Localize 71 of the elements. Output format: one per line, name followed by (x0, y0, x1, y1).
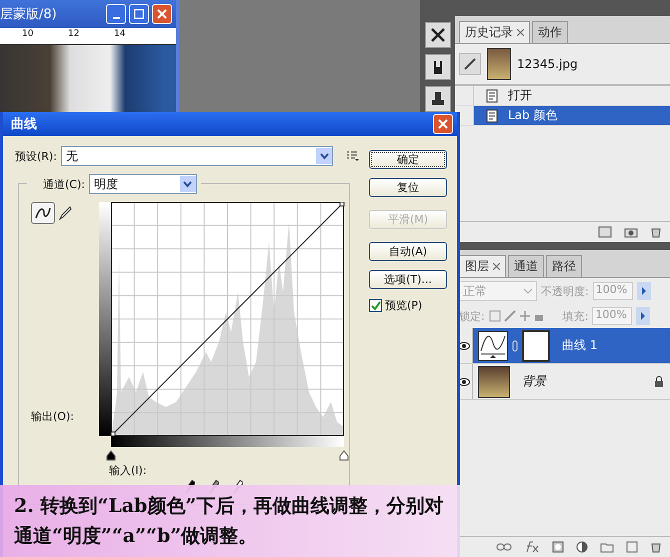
preset-dropdown[interactable]: 无 (60, 146, 334, 166)
input-slider-handle[interactable] (339, 450, 349, 461)
document-icon (486, 88, 500, 102)
fill-label: 填充: (562, 308, 588, 324)
curve-tool-icon[interactable] (31, 202, 55, 224)
dialog-button[interactable]: 选项(T)... (369, 270, 447, 289)
minimize-icon (112, 17, 120, 19)
photo-placeholder (487, 48, 511, 80)
preview-checkbox[interactable] (369, 299, 382, 312)
curves-thumbnail-icon (478, 330, 508, 360)
pencil-icon[interactable] (58, 205, 72, 221)
link-icon[interactable] (496, 543, 512, 551)
layer-row[interactable]: 背景 (473, 364, 670, 399)
close-icon[interactable] (493, 263, 500, 270)
ruler-label: 12 (68, 28, 80, 41)
trash-icon[interactable] (650, 226, 662, 238)
close-button[interactable] (433, 114, 453, 134)
document-icon (486, 108, 500, 122)
dialog-button[interactable]: 自动(A) (369, 242, 447, 261)
caption-text: 2. 转换到“Lab颜色”下后，再做曲线调整，分别对通道“明度”“a”“b”做调整。 (14, 494, 444, 549)
channel-label: 通道(C): (43, 176, 85, 192)
lock-label: 锁定: (459, 308, 485, 324)
close-icon[interactable] (517, 29, 524, 36)
maximize-icon (134, 9, 144, 19)
panel-tab[interactable]: 图层 (459, 255, 506, 277)
trash-icon[interactable] (650, 541, 662, 553)
history-item[interactable]: 打开 (474, 86, 670, 105)
adjustment-icon[interactable] (576, 541, 588, 553)
channel-dropdown[interactable]: 明度 (88, 174, 197, 194)
panel-tab[interactable]: 路径 (546, 255, 582, 277)
new-layer-icon[interactable] (626, 541, 638, 553)
panel-tab[interactable]: 动作 (532, 21, 568, 43)
mask-thumbnail (522, 330, 550, 362)
close-icon (438, 119, 448, 129)
preset-label: 预设(R): (15, 148, 57, 164)
dialog-button[interactable]: 复位 (369, 178, 447, 197)
caret-icon (316, 148, 332, 164)
folder-icon[interactable] (600, 541, 614, 553)
ruler-label: 14 (114, 28, 126, 41)
maximize-button[interactable] (129, 4, 149, 24)
output-label: 输出(O): (31, 409, 75, 424)
mask-icon[interactable] (552, 541, 564, 553)
new-document-icon[interactable] (598, 226, 612, 238)
caret-icon (180, 176, 196, 192)
input-label: 输入(I): (109, 463, 148, 478)
stamp-icon[interactable] (425, 86, 451, 112)
snapshot-name: 12345.jpg (517, 57, 578, 71)
close-button[interactable] (152, 4, 172, 24)
layer-name: 曲线 1 (562, 337, 598, 354)
input-slider-handle[interactable] (106, 450, 116, 461)
ruler-label: 10 (22, 28, 34, 41)
preview-label: 预览(P) (385, 298, 422, 313)
layer-row[interactable]: 曲线 1 (473, 328, 670, 363)
panel-tab[interactable]: 通道 (508, 255, 544, 277)
camera-icon[interactable] (624, 226, 638, 238)
window-title: 层蒙版/8) (0, 6, 57, 23)
close-icon (157, 9, 167, 19)
opacity-label: 不透明度: (541, 284, 589, 298)
panel-tab[interactable]: 历史记录 (459, 21, 530, 43)
photo-placeholder (478, 366, 510, 398)
layer-name: 背景 (522, 373, 546, 390)
curves-graph[interactable] (110, 202, 344, 436)
history-item[interactable]: Lab 颜色 (474, 106, 670, 125)
dialog-title: 曲线 (11, 116, 37, 133)
preset-options-icon[interactable] (347, 151, 359, 161)
tools-icon[interactable] (425, 22, 451, 48)
dialog-button[interactable]: 确定 (369, 150, 447, 169)
caret-icon (523, 287, 533, 295)
effects-icon[interactable] (524, 541, 540, 553)
chain-icon[interactable] (512, 340, 518, 352)
minimize-button[interactable] (106, 4, 126, 24)
